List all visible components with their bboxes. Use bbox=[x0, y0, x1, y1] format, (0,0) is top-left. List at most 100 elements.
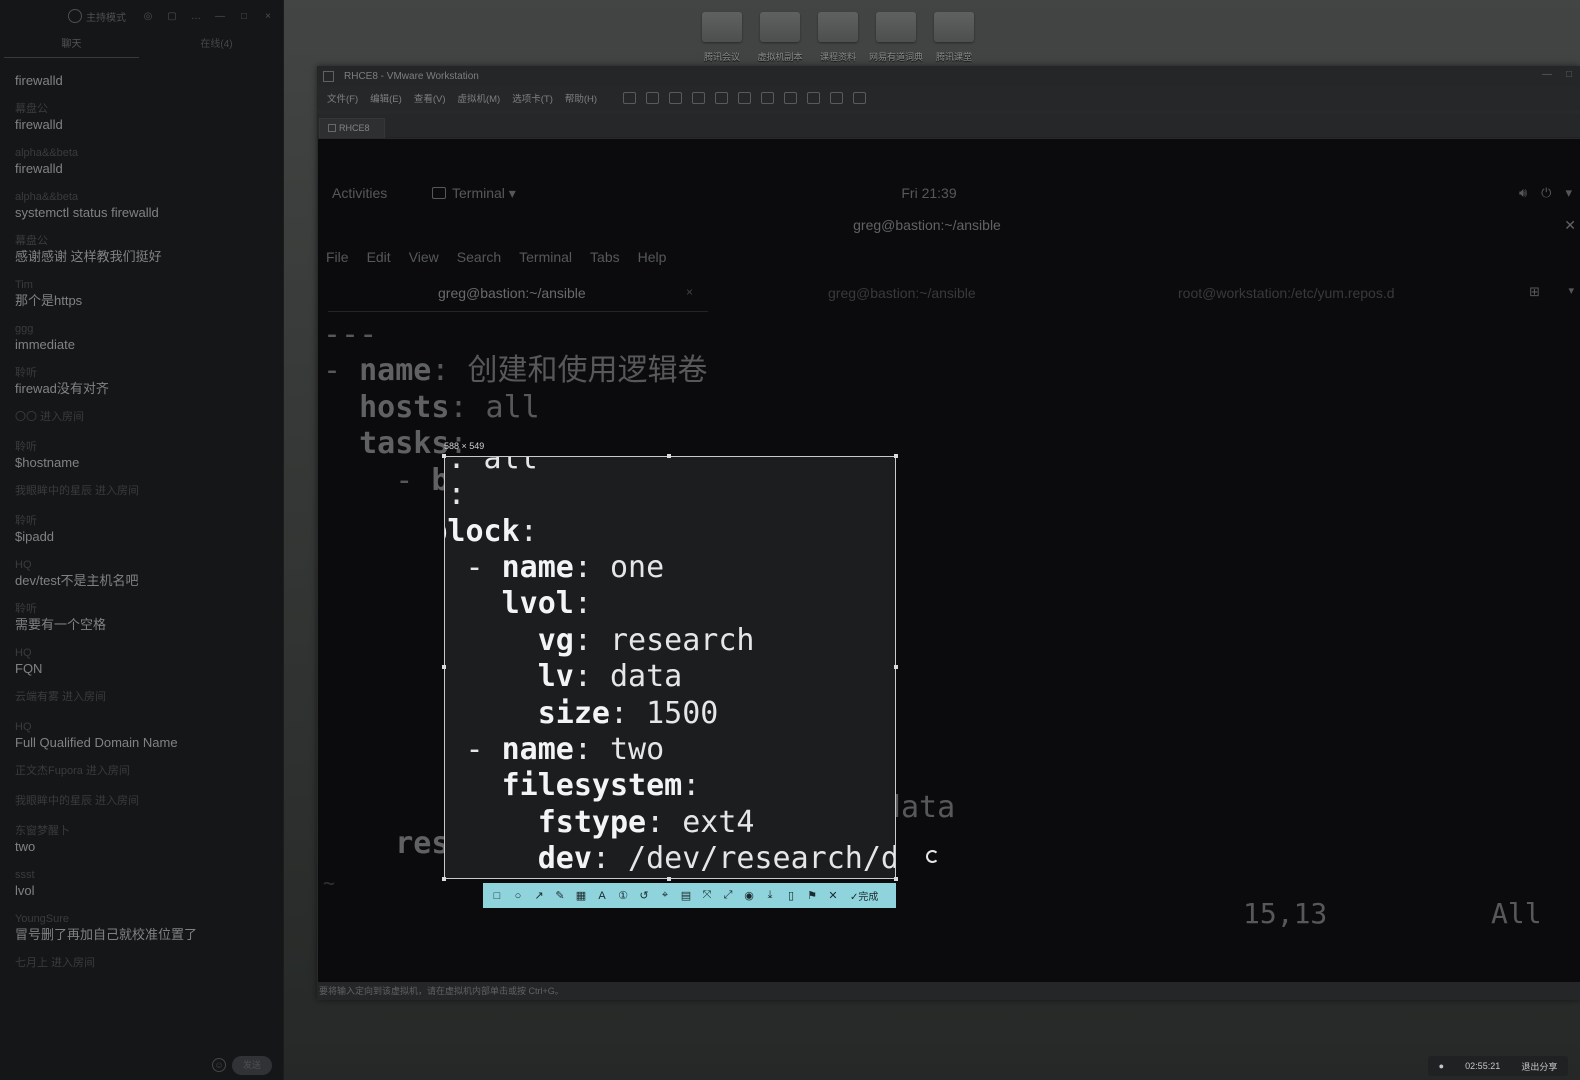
download-tool-icon[interactable]: ⤓ bbox=[764, 889, 776, 902]
fullscreen-icon[interactable] bbox=[784, 92, 798, 104]
system-notice: 我眼眸中的星辰 进入房间 bbox=[15, 795, 140, 807]
settings-icon[interactable]: ◎ bbox=[142, 10, 154, 22]
chat-message-text: two bbox=[15, 839, 36, 854]
chat-message-text: $hostname bbox=[15, 455, 80, 470]
tab-close-icon[interactable]: × bbox=[686, 285, 693, 299]
chat-tabs: 聊天 在线(4) bbox=[0, 36, 284, 58]
selection-handle-l[interactable] bbox=[442, 665, 446, 669]
pen-tool-icon[interactable]: ✎ bbox=[554, 890, 566, 902]
maximize-icon[interactable]: □ bbox=[238, 10, 250, 22]
selection-handle-tr[interactable] bbox=[894, 454, 898, 458]
mosaic-tool-icon[interactable]: ▦ bbox=[575, 890, 587, 902]
emoji-icon[interactable]: ☺ bbox=[212, 1058, 226, 1072]
selection-handle-b[interactable] bbox=[667, 877, 671, 881]
desktop-shortcut[interactable]: 课程资料 bbox=[816, 12, 860, 68]
send-ctrl-alt-del-icon[interactable] bbox=[646, 92, 660, 104]
desktop-shortcut[interactable]: 腾讯课堂 bbox=[932, 12, 976, 68]
console-icon[interactable] bbox=[830, 92, 844, 104]
vm-tab-rhce8[interactable]: RHCE8 bbox=[319, 118, 385, 138]
send-button[interactable]: 发送 bbox=[232, 1056, 272, 1075]
terminal-tab-3[interactable]: root@workstation:/etc/yum.repos.d bbox=[1178, 285, 1395, 301]
snapshot-icon[interactable] bbox=[669, 92, 683, 104]
terminal-tab-1[interactable]: greg@bastion:~/ansible bbox=[438, 285, 586, 301]
terminal-close-icon[interactable]: ✕ bbox=[1564, 217, 1576, 234]
selection-handle-bl[interactable] bbox=[442, 877, 446, 881]
vm-menu-help[interactable]: 帮助(H) bbox=[565, 91, 597, 105]
desktop-shortcut[interactable]: 虚拟机副本 bbox=[758, 12, 803, 68]
translate-tool-icon[interactable]: ⤧ bbox=[701, 889, 713, 902]
vm-menu-file[interactable]: 文件(F) bbox=[327, 91, 358, 105]
volume-icon: 🔊︎ bbox=[1518, 185, 1528, 200]
vm-maximize-icon[interactable]: □ bbox=[1566, 69, 1572, 80]
done-label: 完成 bbox=[858, 892, 879, 903]
minimize-icon[interactable]: — bbox=[214, 10, 226, 22]
more-icon[interactable]: … bbox=[190, 10, 202, 22]
term-menu-view[interactable]: View bbox=[409, 249, 439, 265]
ocr-tool-icon[interactable]: ▤ bbox=[680, 890, 692, 902]
tabs-menu-icon[interactable]: ▾ bbox=[1568, 284, 1574, 297]
desktop-shortcut[interactable]: 腾讯会议 bbox=[700, 12, 744, 68]
cancel-tool-icon[interactable]: ✕ bbox=[827, 890, 839, 902]
exit-share-button[interactable]: 退出分享 bbox=[1521, 1060, 1557, 1073]
term-menu-file[interactable]: File bbox=[326, 249, 349, 265]
terminal-tab-2[interactable]: greg@bastion:~/ansible bbox=[828, 285, 976, 301]
yaml-value bbox=[445, 659, 538, 694]
close-icon[interactable]: × bbox=[262, 10, 274, 22]
rect-tool-icon[interactable]: □ bbox=[491, 890, 503, 902]
vm-menu-view[interactable]: 查看(V) bbox=[414, 91, 446, 105]
snapshot-manager-icon[interactable] bbox=[715, 92, 729, 104]
chat-message-text: 冒号删了再加自己就校准位置了 bbox=[15, 927, 198, 942]
vm-menu-edit[interactable]: 编辑(E) bbox=[370, 91, 402, 105]
vm-menu-tabs[interactable]: 选项卡(T) bbox=[512, 91, 553, 105]
stretch-icon[interactable] bbox=[853, 92, 867, 104]
selection-handle-tl[interactable] bbox=[442, 454, 446, 458]
term-menu-tabs[interactable]: Tabs bbox=[590, 249, 620, 265]
host-mode-label: 主持模式 bbox=[86, 12, 126, 24]
unity-icon[interactable] bbox=[807, 92, 821, 104]
vm-minimize-icon[interactable]: — bbox=[1542, 69, 1552, 80]
sidebar-icon[interactable] bbox=[738, 92, 752, 104]
chat-message: HQ Full Qualified Domain Name bbox=[15, 720, 275, 752]
gnome-clock[interactable]: Fri 21:39 bbox=[318, 185, 1560, 201]
selection-handle-br[interactable] bbox=[894, 877, 898, 881]
selection-handle-r[interactable] bbox=[894, 665, 898, 669]
shortcut-label: 腾讯会议 bbox=[703, 52, 740, 62]
chat-message-text: FQN bbox=[15, 661, 43, 676]
screenshot-selection[interactable]: ---- name: 创建和使用逻辑卷 hosts: all tasks: - … bbox=[444, 456, 896, 879]
desktop-shortcut[interactable]: 网易有道词典 bbox=[869, 12, 923, 68]
yaml-value: --- bbox=[323, 317, 378, 352]
chat-message-user bbox=[15, 58, 275, 72]
gnome-status-area[interactable]: 🔊︎ ⏻ ▾ bbox=[1519, 185, 1572, 201]
term-menu-search[interactable]: Search bbox=[457, 249, 501, 265]
yaml-value bbox=[445, 805, 538, 840]
arrow-tool-icon[interactable]: ↗ bbox=[533, 890, 545, 902]
chat-message-user: alpha&&beta bbox=[15, 191, 78, 203]
host-mode-toggle[interactable]: 主持模式 bbox=[68, 9, 126, 24]
thumbnail-icon[interactable] bbox=[761, 92, 775, 104]
record-tool-icon[interactable]: ◉ bbox=[743, 890, 755, 902]
pin-tool-icon[interactable]: ⌖ bbox=[659, 889, 671, 902]
yaml-value: : bbox=[447, 477, 466, 513]
tab-online[interactable]: 在线(4) bbox=[149, 36, 284, 58]
revert-snapshot-icon[interactable] bbox=[692, 92, 706, 104]
sequence-tool-icon[interactable]: ① bbox=[617, 890, 629, 902]
done-button[interactable]: ✓完成 bbox=[850, 888, 878, 903]
save-tool-icon[interactable]: ⚑ bbox=[806, 890, 818, 902]
text-tool-icon[interactable]: A bbox=[596, 890, 608, 902]
system-notice: 七月上 进入房间 bbox=[15, 957, 96, 969]
selection-vim-preview: ---- name: 创建和使用逻辑卷 hosts: all tasks: - … bbox=[445, 457, 895, 878]
new-tab-icon[interactable]: ⊞ bbox=[1529, 284, 1540, 300]
vm-menu-vm[interactable]: 虚拟机(M) bbox=[457, 91, 500, 105]
scan-tool-icon[interactable]: ⤢ bbox=[722, 889, 734, 902]
tab-chat[interactable]: 聊天 bbox=[4, 36, 139, 58]
window-icon[interactable]: ▢ bbox=[166, 10, 178, 22]
term-menu-help[interactable]: Help bbox=[638, 249, 667, 265]
ellipse-tool-icon[interactable]: ○ bbox=[512, 890, 524, 902]
copy-tool-icon[interactable]: ▯ bbox=[785, 890, 797, 902]
yaml-value bbox=[445, 768, 502, 803]
term-menu-terminal[interactable]: Terminal bbox=[519, 249, 572, 265]
pause-icon[interactable] bbox=[623, 92, 637, 104]
selection-handle-t[interactable] bbox=[667, 454, 671, 458]
undo-tool-icon[interactable]: ↺ bbox=[638, 890, 650, 902]
term-menu-edit[interactable]: Edit bbox=[367, 249, 391, 265]
